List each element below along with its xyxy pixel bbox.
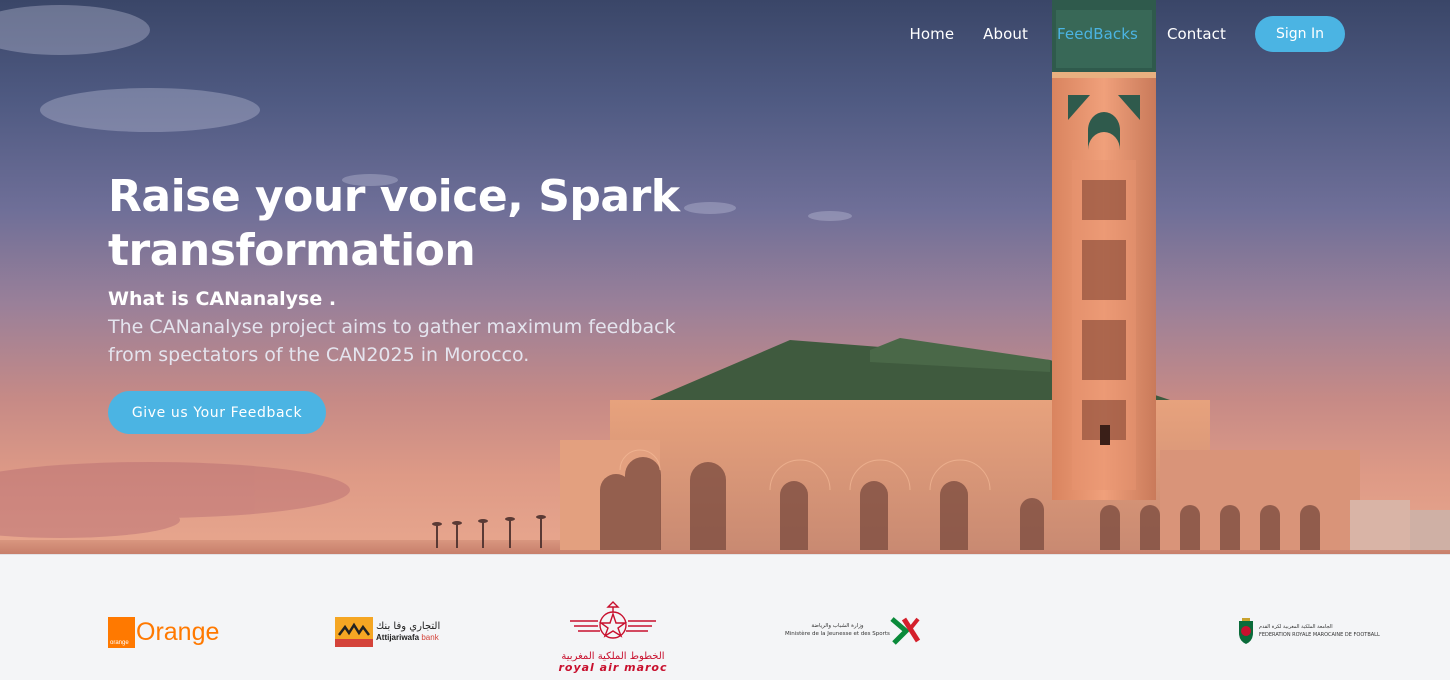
ministry-youth-sports-logo: وزارة الشباب والرياضة Ministère de la Je… (785, 615, 922, 645)
orange-badge-text: orange (110, 640, 129, 646)
ram-emblem-icon (570, 601, 656, 639)
orange-wordmark: Orange (136, 618, 220, 646)
orange-logo: orange Orange (108, 617, 219, 648)
attijariwafa-logo: التجاري وفا بنك Attijariwafa bank (335, 617, 440, 647)
attijariwafa-mark-icon (335, 617, 373, 647)
frmf-crest-icon (1239, 618, 1253, 644)
hero-description: The CANanalyse project aims to gather ma… (108, 316, 676, 366)
hero-subtitle: What is CANanalyse . (108, 288, 337, 310)
ministry-emblem-icon (890, 617, 920, 645)
orange-square-icon: orange (108, 617, 135, 648)
royal-air-maroc-logo: الخطوط الملكية المغربية royal air maroc (556, 599, 670, 674)
hero-title: Raise your voice, Spark transformation (108, 171, 680, 276)
sponsors-bar: orange Orange التجاري وفا بنك Attijariwa… (0, 554, 1450, 680)
ministry-arabic-name: وزارة الشباب والرياضة (811, 623, 864, 629)
frmf-logo: الجامعة الملكية المغربية لكرة القدم FEDE… (1237, 617, 1380, 645)
attijariwafa-name: Attijariwafa (376, 633, 420, 642)
nav-feedbacks-link[interactable]: FeedBacks (1057, 25, 1138, 43)
attijariwafa-suffix: bank (421, 633, 439, 642)
frmf-arabic-name: الجامعة الملكية المغربية لكرة القدم (1259, 624, 1333, 630)
ram-name: royal air maroc (558, 661, 668, 674)
main-nav: Home About FeedBacks Contact Sign In (909, 16, 1345, 52)
frmf-name: FEDERATION ROYALE MAROCAINE DE FOOTBALL (1259, 632, 1380, 638)
ministry-name: Ministère de la Jeunesse et des Sports (785, 631, 890, 637)
hero-section: Home About FeedBacks Contact Sign In Rai… (0, 0, 1450, 554)
nav-about-link[interactable]: About (983, 25, 1028, 43)
attijariwafa-arabic-name: التجاري وفا بنك (376, 621, 441, 632)
hero-text-block: Raise your voice, Spark transformation W… (108, 170, 748, 369)
sign-in-button[interactable]: Sign In (1255, 16, 1345, 52)
nav-contact-link[interactable]: Contact (1167, 25, 1226, 43)
give-feedback-button[interactable]: Give us Your Feedback (108, 391, 326, 434)
nav-home-link[interactable]: Home (909, 25, 954, 43)
